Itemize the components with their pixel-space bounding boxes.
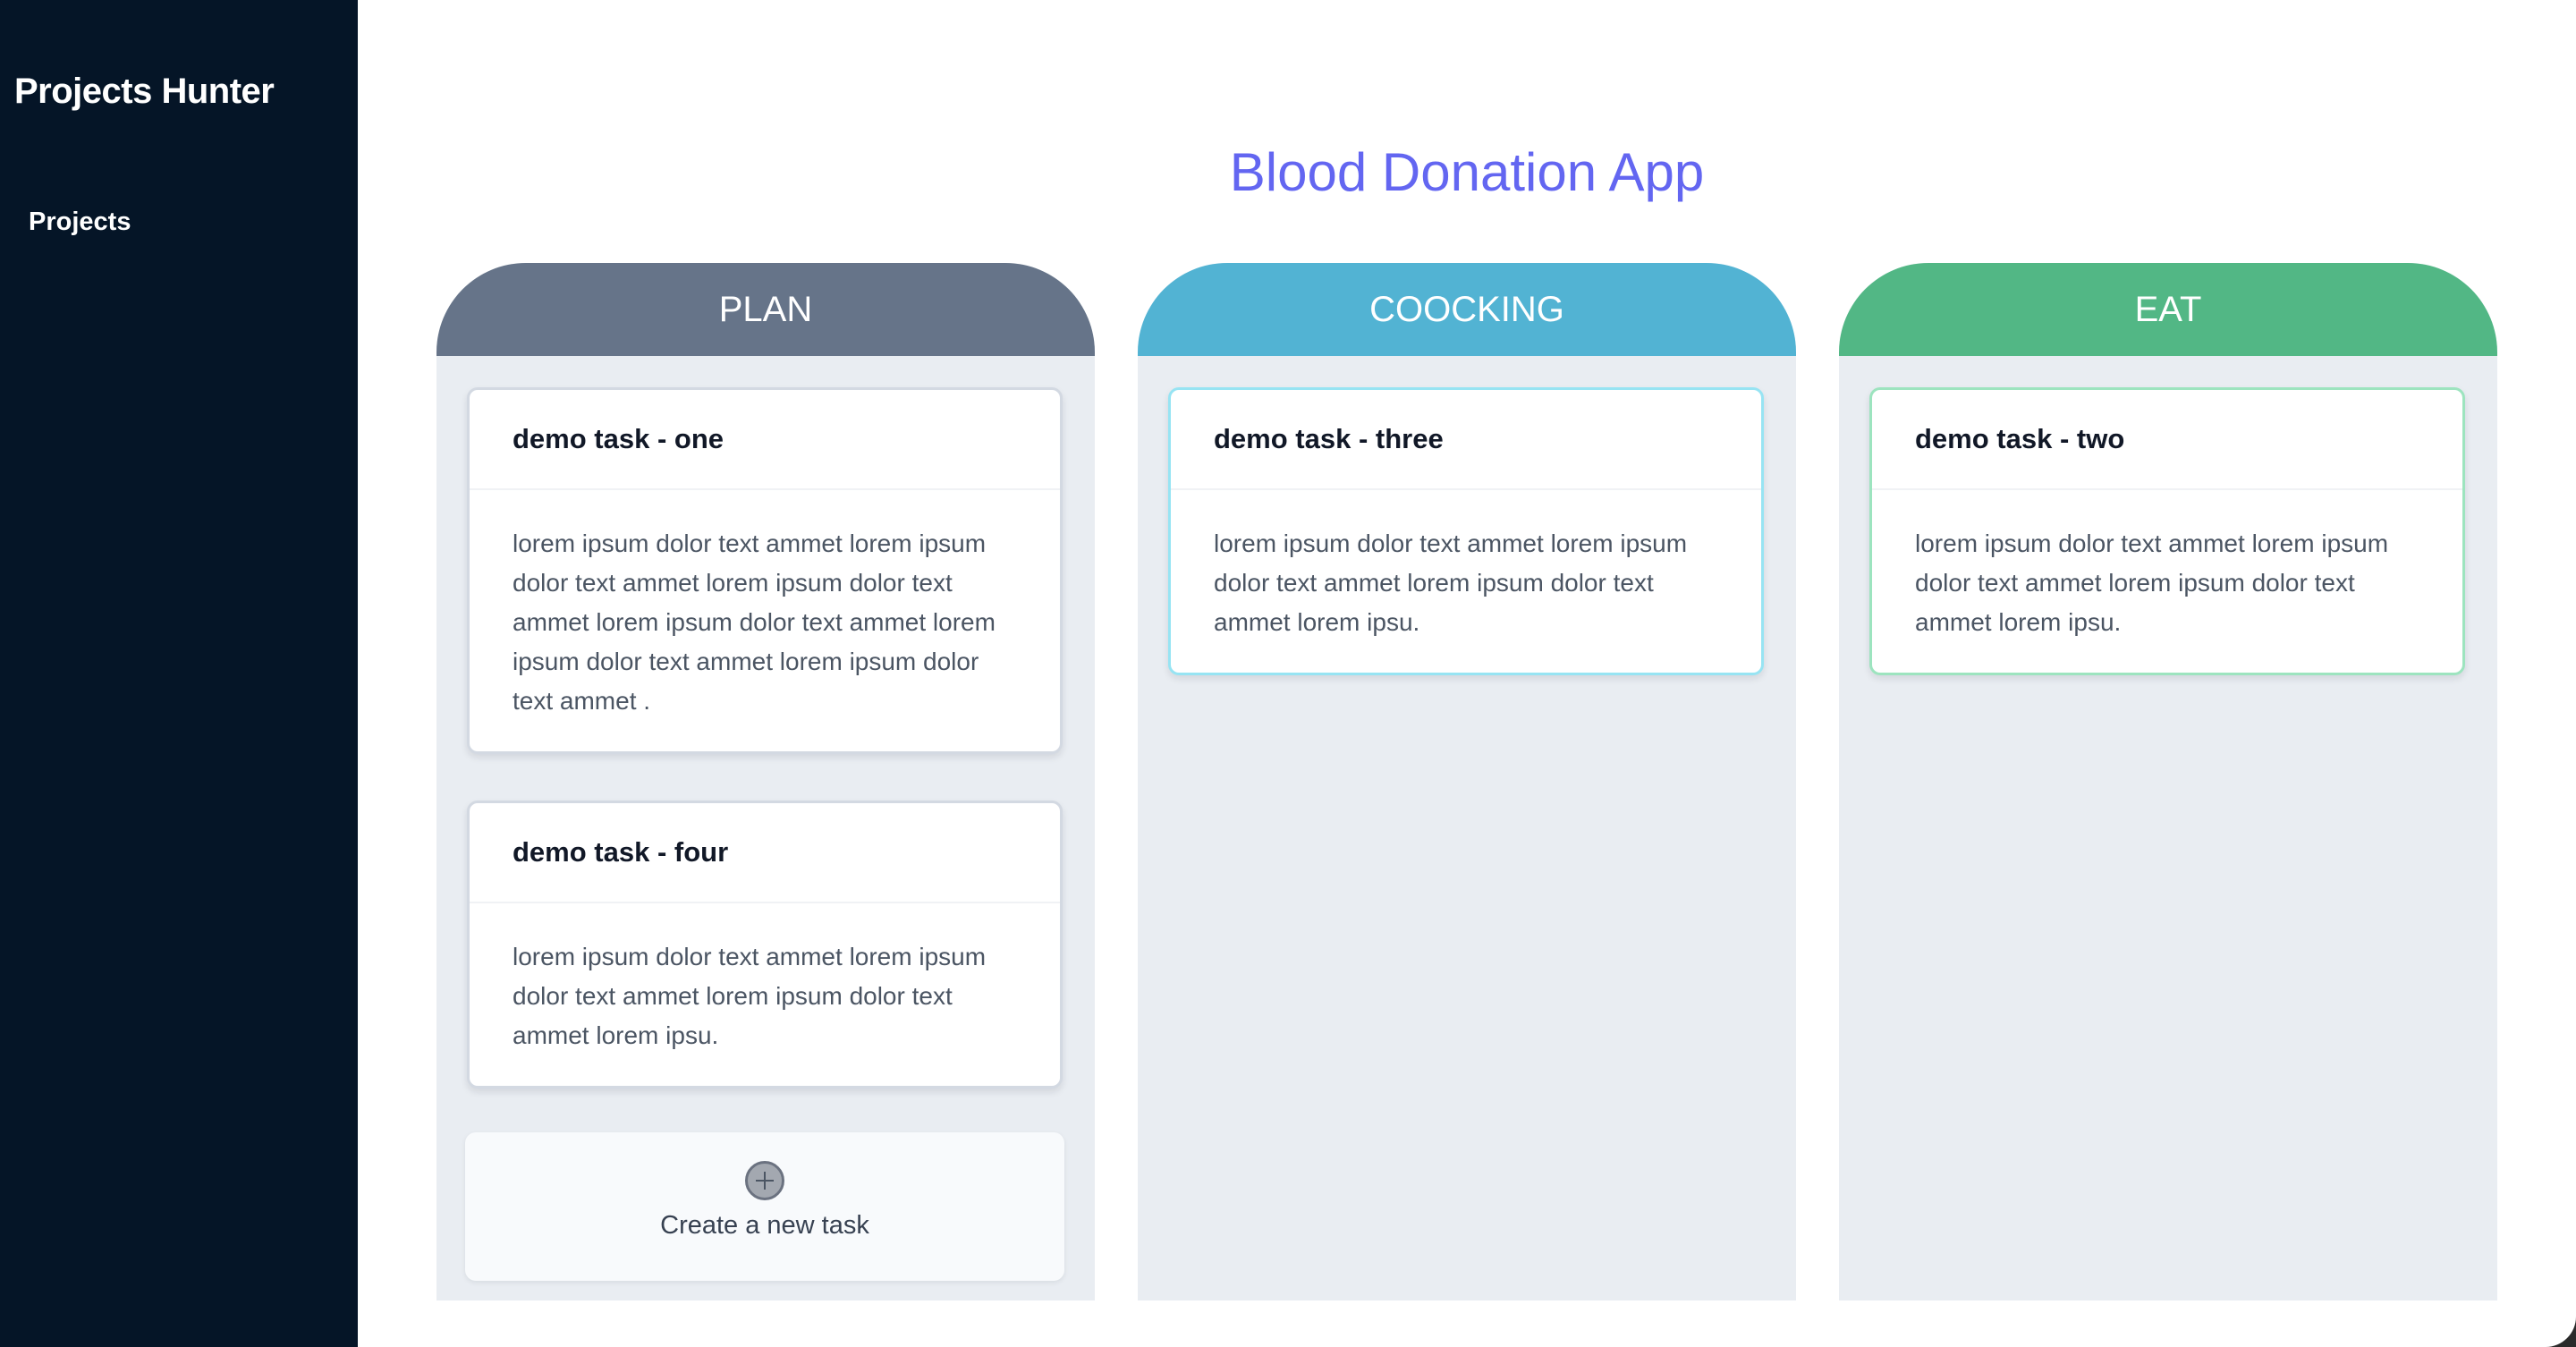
task-title: demo task - four: [470, 803, 1060, 903]
main-content: Blood Donation App PLAN demo task - one …: [358, 0, 2576, 1347]
sidebar: Projects Hunter Projects: [0, 0, 358, 1347]
column-header: EAT: [1839, 263, 2497, 356]
column-eat: EAT demo task - two lorem ipsum dolor te…: [1839, 263, 2497, 1300]
plus-circle-icon: [745, 1161, 784, 1200]
task-card[interactable]: demo task - three lorem ipsum dolor text…: [1168, 387, 1764, 675]
column-plan: PLAN demo task - one lorem ipsum dolor t…: [436, 263, 1095, 1300]
sidebar-item-projects[interactable]: Projects: [29, 208, 131, 237]
brand-title: Projects Hunter: [14, 72, 275, 111]
task-title: demo task - two: [1872, 390, 2462, 490]
task-card[interactable]: demo task - four lorem ipsum dolor text …: [467, 801, 1063, 1089]
task-card[interactable]: demo task - two lorem ipsum dolor text a…: [1869, 387, 2465, 675]
column-coocking: COOCKING demo task - three lorem ipsum d…: [1138, 263, 1796, 1300]
column-header: COOCKING: [1138, 263, 1796, 356]
create-task-label: Create a new task: [660, 1211, 869, 1240]
task-description: lorem ipsum dolor text ammet lorem ipsum…: [513, 529, 996, 715]
task-card[interactable]: demo task - one lorem ipsum dolor text a…: [467, 387, 1063, 754]
app-window: Projects Hunter Projects Blood Donation …: [0, 0, 2576, 1347]
page-title: Blood Donation App: [1229, 142, 1705, 202]
task-description: lorem ipsum dolor text ammet lorem ipsum…: [513, 943, 987, 1049]
task-title: demo task - three: [1171, 390, 1761, 490]
create-task-button[interactable]: Create a new task: [465, 1132, 1064, 1281]
task-title: demo task - one: [470, 390, 1060, 490]
column-header: PLAN: [436, 263, 1095, 356]
task-description: lorem ipsum dolor text ammet lorem ipsum…: [1915, 529, 2389, 636]
task-description: lorem ipsum dolor text ammet lorem ipsum…: [1214, 529, 1688, 636]
